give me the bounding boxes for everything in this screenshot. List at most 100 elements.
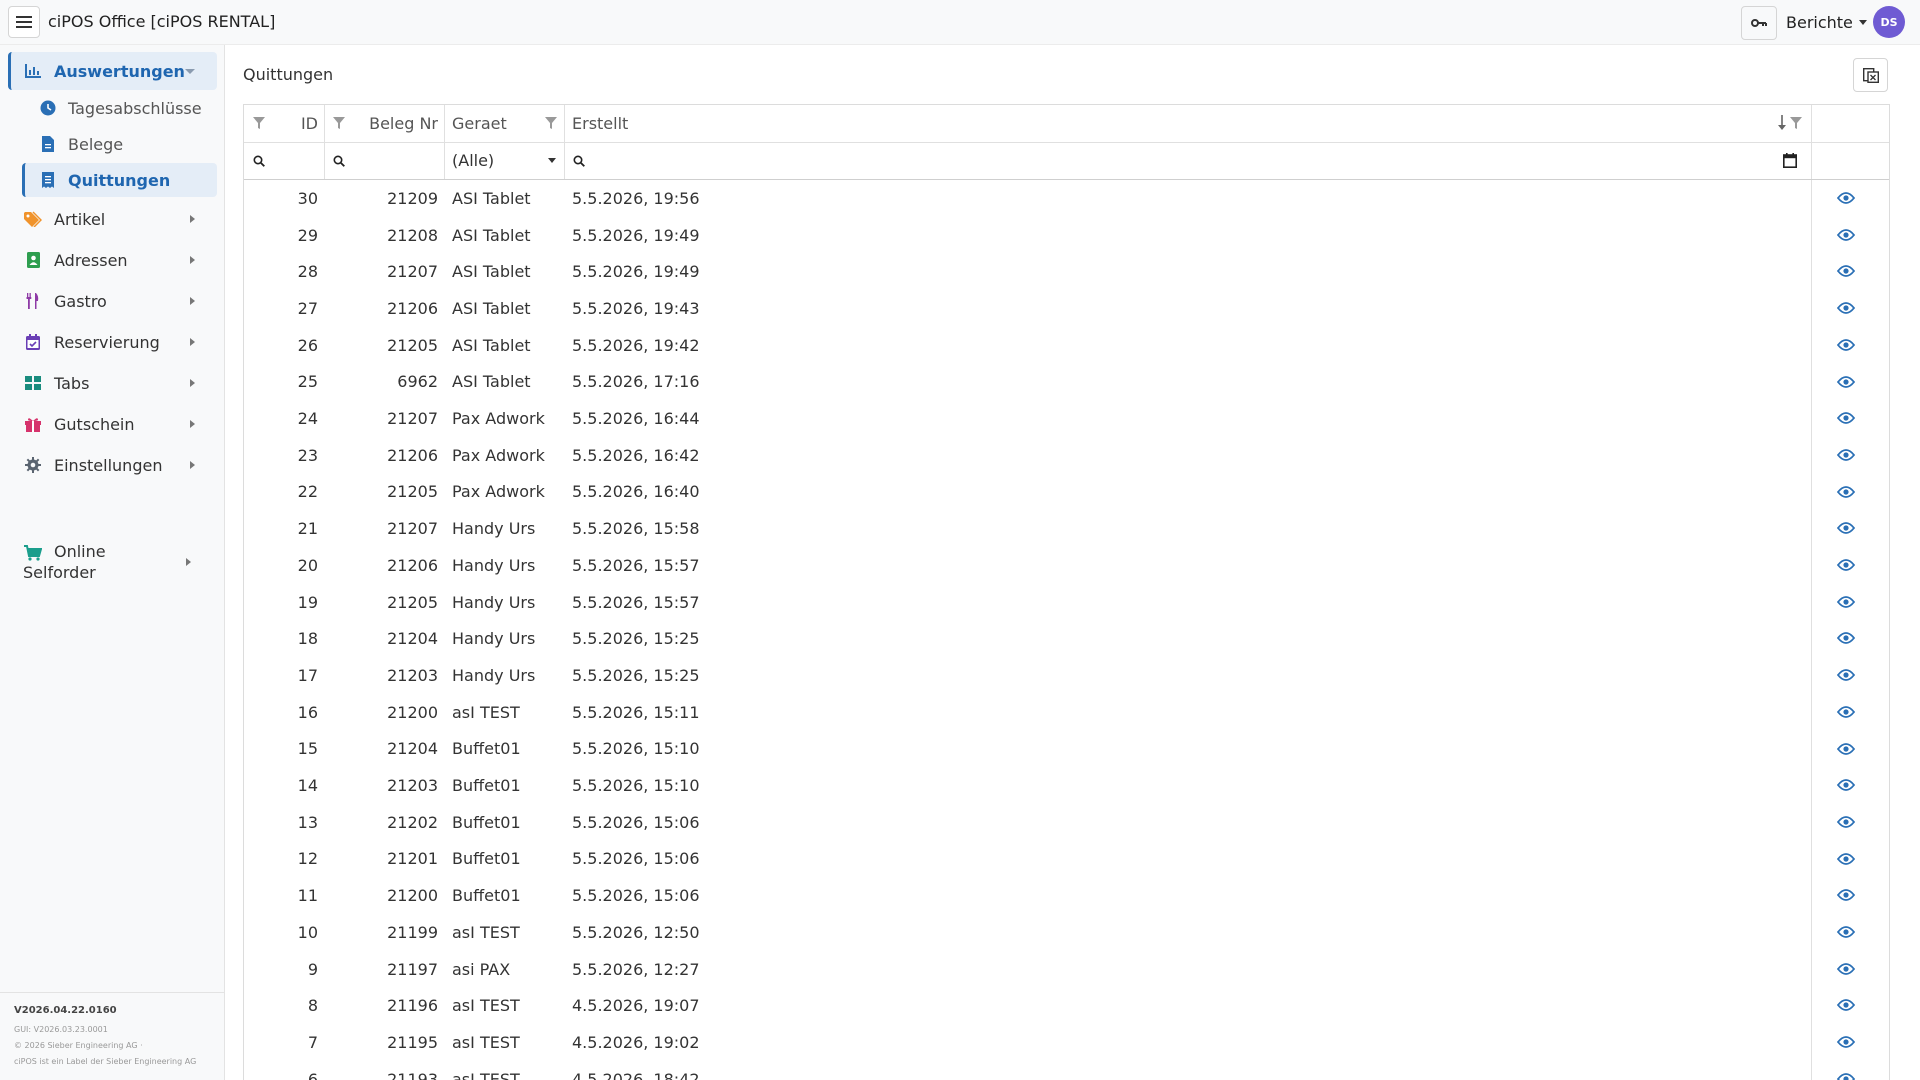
view-eye-icon[interactable] bbox=[1837, 925, 1855, 939]
menu-toggle-button[interactable] bbox=[8, 6, 40, 38]
sidebar-item-adressen[interactable]: Adressen bbox=[8, 241, 217, 279]
column-header-geraet[interactable]: Geraet bbox=[445, 105, 564, 142]
table-row[interactable]: 9 21197 asi PAX 5.5.2026, 12:27 bbox=[244, 951, 1889, 988]
sidebar-item-gastro[interactable]: Gastro bbox=[8, 282, 217, 320]
chart-bar-icon bbox=[24, 62, 42, 80]
sidebar-subitem-quittungen[interactable]: Quittungen bbox=[22, 163, 217, 197]
gui-version-label: GUI: V2026.03.23.0001 bbox=[14, 1025, 108, 1034]
table-row[interactable]: 11 21200 Buffet01 5.5.2026, 15:06 bbox=[244, 877, 1889, 914]
view-eye-icon[interactable] bbox=[1837, 778, 1855, 792]
cell-beleg-nr: 21206 bbox=[387, 298, 438, 318]
table-row[interactable]: 6 21193 asI TEST 4.5.2026, 18:42 bbox=[244, 1061, 1889, 1080]
table-row[interactable]: 27 21206 ASI Tablet 5.5.2026, 19:43 bbox=[244, 290, 1889, 327]
view-eye-icon[interactable] bbox=[1837, 558, 1855, 572]
view-eye-icon[interactable] bbox=[1837, 521, 1855, 535]
table-row[interactable]: 20 21206 Handy Urs 5.5.2026, 15:57 bbox=[244, 547, 1889, 584]
table-row[interactable]: 19 21205 Handy Urs 5.5.2026, 15:57 bbox=[244, 584, 1889, 621]
view-eye-icon[interactable] bbox=[1837, 998, 1855, 1012]
view-eye-icon[interactable] bbox=[1837, 411, 1855, 425]
sidebar-item-tabs[interactable]: Tabs bbox=[8, 364, 217, 402]
table-row[interactable]: 13 21202 Buffet01 5.5.2026, 15:06 bbox=[244, 804, 1889, 841]
table-row[interactable]: 14 21203 Buffet01 5.5.2026, 15:10 bbox=[244, 767, 1889, 804]
table-row[interactable]: 7 21195 asI TEST 4.5.2026, 19:02 bbox=[244, 1024, 1889, 1061]
table-row[interactable]: 15 21204 Buffet01 5.5.2026, 15:10 bbox=[244, 731, 1889, 768]
cell-id: 12 bbox=[297, 849, 318, 869]
cell-id: 29 bbox=[297, 225, 318, 245]
table-row[interactable]: 8 21196 asI TEST 4.5.2026, 19:07 bbox=[244, 987, 1889, 1024]
cell-erstellt: 5.5.2026, 16:42 bbox=[572, 445, 700, 465]
column-header-beleg-nr[interactable]: Beleg Nr bbox=[325, 105, 444, 142]
table-row[interactable]: 12 21201 Buffet01 5.5.2026, 15:06 bbox=[244, 841, 1889, 878]
view-eye-icon[interactable] bbox=[1837, 668, 1855, 682]
view-eye-icon[interactable] bbox=[1837, 742, 1855, 756]
table-row[interactable]: 24 21207 Pax Adwork 5.5.2026, 16:44 bbox=[244, 400, 1889, 437]
view-eye-icon[interactable] bbox=[1837, 301, 1855, 315]
view-eye-icon[interactable] bbox=[1837, 228, 1855, 242]
view-eye-icon[interactable] bbox=[1837, 631, 1855, 645]
table-row[interactable]: 16 21200 asI TEST 5.5.2026, 15:11 bbox=[244, 694, 1889, 731]
view-eye-icon[interactable] bbox=[1837, 264, 1855, 278]
table-row[interactable]: 29 21208 ASI Tablet 5.5.2026, 19:49 bbox=[244, 217, 1889, 254]
sidebar-item-reservierung[interactable]: Reservierung bbox=[8, 323, 217, 361]
table-row[interactable]: 17 21203 Handy Urs 5.5.2026, 15:25 bbox=[244, 657, 1889, 694]
key-button[interactable] bbox=[1741, 6, 1777, 40]
table-row[interactable]: 22 21205 Pax Adwork 5.5.2026, 16:40 bbox=[244, 474, 1889, 511]
column-header-id[interactable]: ID bbox=[244, 105, 324, 142]
view-eye-icon[interactable] bbox=[1837, 1072, 1855, 1080]
sidebar-item-einstellungen[interactable]: Einstellungen bbox=[8, 446, 217, 484]
view-eye-icon[interactable] bbox=[1837, 485, 1855, 499]
view-eye-icon[interactable] bbox=[1837, 962, 1855, 976]
reports-dropdown[interactable]: Berichte bbox=[1786, 13, 1867, 32]
sidebar-item-gutschein[interactable]: Gutschein bbox=[8, 405, 217, 443]
table-row[interactable]: 18 21204 Handy Urs 5.5.2026, 15:25 bbox=[244, 620, 1889, 657]
table-row[interactable]: 23 21206 Pax Adwork 5.5.2026, 16:42 bbox=[244, 437, 1889, 474]
table-row[interactable]: 28 21207 ASI Tablet 5.5.2026, 19:49 bbox=[244, 253, 1889, 290]
table-row[interactable]: 10 21199 asI TEST 5.5.2026, 12:50 bbox=[244, 914, 1889, 951]
gear-icon bbox=[24, 456, 42, 474]
table-row[interactable]: 26 21205 ASI Tablet 5.5.2026, 19:42 bbox=[244, 327, 1889, 364]
view-eye-icon[interactable] bbox=[1837, 815, 1855, 829]
cell-erstellt: 5.5.2026, 17:16 bbox=[572, 372, 700, 392]
table-row[interactable]: 21 21207 Handy Urs 5.5.2026, 15:58 bbox=[244, 510, 1889, 547]
table-row[interactable]: 25 6962 ASI Tablet 5.5.2026, 17:16 bbox=[244, 364, 1889, 401]
beleg-nr-filter-input[interactable] bbox=[325, 142, 444, 179]
sidebar-item-artikel[interactable]: Artikel bbox=[8, 200, 217, 238]
created-filter-input[interactable] bbox=[565, 142, 1811, 179]
filter-icon[interactable] bbox=[545, 117, 557, 129]
view-eye-icon[interactable] bbox=[1837, 852, 1855, 866]
view-eye-icon[interactable] bbox=[1837, 338, 1855, 352]
filter-icon[interactable] bbox=[333, 117, 345, 129]
avatar[interactable]: DS bbox=[1873, 6, 1905, 38]
table-row[interactable]: 30 21209 ASI Tablet 5.5.2026, 19:56 bbox=[244, 180, 1889, 217]
id-filter-input[interactable] bbox=[244, 142, 324, 179]
cell-geraet: Handy Urs bbox=[452, 629, 536, 649]
sidebar-item-auswertungen[interactable]: Auswertungen bbox=[8, 52, 217, 90]
cell-geraet: ASI Tablet bbox=[452, 262, 531, 282]
document-icon bbox=[40, 136, 56, 152]
filter-icon[interactable] bbox=[1790, 117, 1802, 129]
view-eye-icon[interactable] bbox=[1837, 448, 1855, 462]
view-eye-icon[interactable] bbox=[1837, 1035, 1855, 1049]
cell-geraet: Pax Adwork bbox=[452, 482, 545, 502]
grid-icon bbox=[24, 374, 42, 392]
device-filter-select[interactable]: (Alle) bbox=[445, 142, 564, 179]
sidebar-subitem-tagesabschluesse[interactable]: Tagesabschlüsse bbox=[22, 92, 217, 124]
export-button[interactable] bbox=[1853, 58, 1888, 92]
calendar-icon[interactable] bbox=[1783, 153, 1797, 168]
filter-icon[interactable] bbox=[253, 117, 265, 129]
sort-descending-icon[interactable] bbox=[1778, 115, 1786, 131]
view-eye-icon[interactable] bbox=[1837, 705, 1855, 719]
cell-id: 19 bbox=[297, 592, 318, 612]
cell-erstellt: 5.5.2026, 15:10 bbox=[572, 776, 700, 796]
sidebar-item-online-selforder[interactable]: Online Selforder bbox=[8, 542, 217, 586]
cell-beleg-nr: 21206 bbox=[387, 555, 438, 575]
view-eye-icon[interactable] bbox=[1837, 191, 1855, 205]
cell-id: 10 bbox=[297, 922, 318, 942]
cell-beleg-nr: 21201 bbox=[387, 849, 438, 869]
chevron-right-icon bbox=[190, 461, 195, 469]
view-eye-icon[interactable] bbox=[1837, 595, 1855, 609]
view-eye-icon[interactable] bbox=[1837, 888, 1855, 902]
column-header-erstellt[interactable]: Erstellt bbox=[565, 105, 1811, 142]
sidebar-subitem-belege[interactable]: Belege bbox=[22, 128, 217, 160]
view-eye-icon[interactable] bbox=[1837, 375, 1855, 389]
